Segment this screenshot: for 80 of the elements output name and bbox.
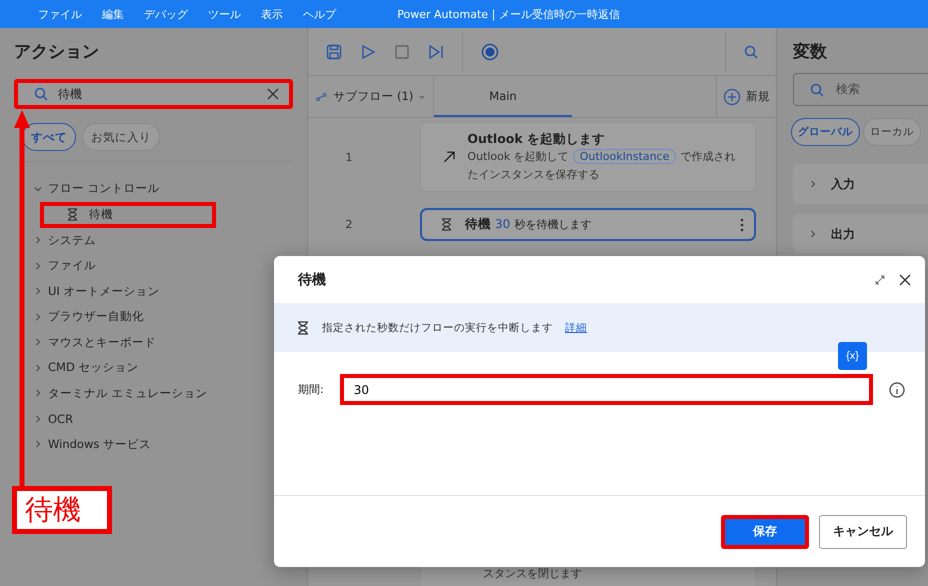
tree-item[interactable]: OCR [48, 412, 74, 426]
panel-title: アクション [14, 41, 100, 63]
chevron-icon [809, 230, 817, 238]
search-field[interactable]: 待機 [14, 79, 293, 109]
window-title: Power Automate | メール受信時の一時返信 [397, 6, 620, 22]
action-card[interactable]: Outlook を起動します Outlook を起動して OutlookInstance で作成されたインスタンスを保存する [420, 122, 756, 192]
chevron-icon [34, 414, 42, 423]
menu-item[interactable]: 編集 [102, 6, 124, 22]
info-icon[interactable] [889, 382, 905, 398]
chevron-icon [34, 287, 42, 296]
menu-item[interactable]: デバッグ [144, 6, 188, 22]
chevron-icon [34, 364, 42, 372]
chevron-icon [809, 180, 817, 188]
search-icon [34, 87, 48, 101]
action-description: Outlook を起動して OutlookInstance で作成されたインスタンスを保存する [467, 148, 736, 183]
chevron-icon [34, 338, 42, 346]
chevron-icon [34, 312, 42, 321]
duration-field[interactable]: 30 [340, 374, 873, 405]
variable-button[interactable]: {x} [838, 342, 867, 370]
tree-item[interactable]: 待機 [40, 202, 216, 228]
nodes-icon [316, 90, 328, 102]
search-button[interactable] [744, 44, 758, 58]
tree-item[interactable]: UI オートメーション [48, 284, 160, 299]
close-icon[interactable] [899, 274, 911, 286]
save-icon[interactable] [326, 44, 342, 60]
dialog-title: 待機 [298, 270, 326, 288]
filter-chip[interactable]: お気に入り [82, 123, 160, 151]
variable-section[interactable]: 出力 [793, 214, 928, 254]
menu-item[interactable]: ファイル [38, 6, 82, 22]
line-number: 2 [344, 218, 354, 232]
search-value: 待機 [58, 86, 83, 102]
tree-item[interactable]: システム [48, 232, 96, 248]
flow-tab[interactable]: Main [434, 76, 572, 117]
dialog-description: 指定された秒数だけフローの実行を中断します [322, 320, 553, 334]
stop-icon[interactable] [394, 44, 410, 60]
menu-item[interactable]: 表示 [261, 6, 283, 22]
search-icon [744, 44, 758, 58]
tree-item[interactable]: CMD セッション [48, 360, 138, 376]
chevron-icon [34, 262, 42, 270]
panel-title: 変数 [793, 41, 828, 63]
line-number: 1 [344, 150, 354, 164]
details-link[interactable]: 詳細 [565, 320, 587, 334]
tree-item[interactable]: マウスとキーボード [48, 334, 156, 350]
new-button[interactable]: 新規 [716, 76, 776, 117]
field-label: 期間: [298, 382, 324, 397]
chevron-icon [34, 389, 42, 398]
chevron-icon [34, 184, 42, 193]
expand-icon[interactable] [875, 274, 885, 284]
filter-chip[interactable]: グローバル [791, 118, 860, 146]
hourglass-icon [296, 320, 310, 334]
hourglass-icon [440, 218, 453, 232]
variable-section[interactable]: 入力 [793, 164, 928, 204]
record-icon[interactable] [481, 42, 499, 60]
tree-item[interactable]: ファイル [48, 258, 96, 274]
search-icon [810, 82, 824, 96]
menu-item[interactable]: ヘルプ [303, 6, 336, 22]
step-icon[interactable] [428, 44, 444, 60]
menu-item[interactable]: ツール [208, 6, 241, 22]
action-title: Outlook を起動します [467, 131, 606, 148]
chevron-icon [419, 92, 425, 100]
hourglass-icon [66, 208, 79, 221]
save-button[interactable]: 保存 [721, 514, 809, 548]
play-icon[interactable] [360, 44, 376, 60]
action-description: スタンスを閉じます [482, 566, 582, 582]
annotation-label: 待機 [12, 486, 112, 534]
cancel-button[interactable]: キャンセル [819, 514, 907, 548]
search-field[interactable]: 検索 [793, 73, 928, 106]
tree-item[interactable]: フロー コントロール [48, 181, 160, 196]
tree-item[interactable]: ブラウザー自動化 [48, 309, 144, 324]
more-icon[interactable] [740, 218, 744, 232]
action-summary: 待機 30 秒を待機します [465, 216, 592, 234]
subflow-dropdown[interactable]: サブフロー (1) [308, 76, 434, 117]
action-card[interactable]: 待機 30 秒を待機します [420, 208, 756, 242]
tree-item[interactable]: ターミナル エミュレーション [48, 386, 208, 401]
tree-item[interactable]: Windows サービス [48, 436, 151, 452]
filter-chip[interactable]: ローカル [863, 118, 921, 146]
plus-circle-icon [723, 88, 741, 106]
filter-chip[interactable]: すべて [22, 123, 76, 151]
chevron-icon [34, 440, 42, 448]
chevron-icon [34, 236, 42, 244]
